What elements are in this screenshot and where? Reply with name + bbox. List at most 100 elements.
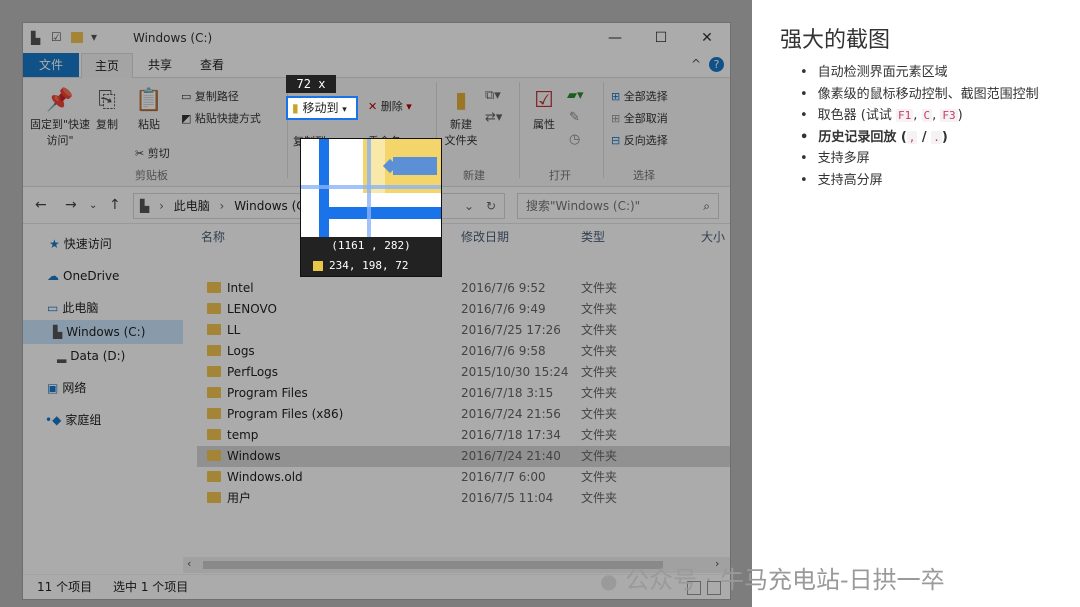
minimize-button[interactable]: — xyxy=(595,27,635,49)
edit-icon[interactable]: ✎ xyxy=(569,110,580,125)
chevron-down-icon[interactable]: ⌄ xyxy=(464,194,474,218)
key-hint: C xyxy=(921,109,933,122)
table-row[interactable]: Program Files 2016/7/18 3:15 文件夹 xyxy=(197,383,730,404)
select-none-icon: ⊞ xyxy=(611,112,624,125)
magnifier-panel: (1161 , 282) 234, 198, 72 xyxy=(300,138,442,277)
copy-path-icon: ▭ xyxy=(181,90,195,103)
ribbon-tabs: 文件 主页 共享 查看 ^ ? xyxy=(23,53,730,78)
nav-item-homegroup[interactable]: •◆ 家庭组 xyxy=(23,408,183,432)
delete-button[interactable]: ✕ 删除 ▾ xyxy=(368,98,412,114)
select-none-button[interactable]: ⊞ 全部取消 xyxy=(611,110,668,126)
table-row-selected[interactable]: Windows 2016/7/24 21:40 文件夹 xyxy=(197,446,730,467)
drive-icon: ▙ xyxy=(140,199,150,213)
copy-button[interactable]: ⎘ 复制 xyxy=(91,86,123,132)
forward-arrow-icon[interactable]: → xyxy=(65,197,77,213)
cut-button[interactable]: ✂ 剪切 xyxy=(135,145,170,161)
collapse-ribbon-icon[interactable]: ^ xyxy=(691,57,701,71)
new-item-icon[interactable]: ⧉▾ xyxy=(485,88,501,103)
properties-button[interactable]: ☑ 属性 xyxy=(525,86,563,132)
easy-access-icon[interactable]: ⇄▾ xyxy=(485,110,502,125)
table-row[interactable]: LENOVO 2016/7/6 9:49 文件夹 xyxy=(197,299,730,320)
table-row[interactable]: temp 2016/7/18 17:34 文件夹 xyxy=(197,425,730,446)
drive-icon: ▙ xyxy=(53,325,63,339)
column-header-type[interactable]: 类型 xyxy=(581,228,605,245)
title-bar: ▙ ☑ ▾ Windows (C:) — ☐ ✕ xyxy=(23,23,730,53)
chevron-down-icon: ▾ xyxy=(342,105,347,115)
search-icon: ⌕ xyxy=(703,199,710,213)
nav-item-onedrive[interactable]: ☁ OneDrive xyxy=(23,264,183,288)
tab-home[interactable]: 主页 xyxy=(81,53,133,78)
properties-quick-icon[interactable]: ☑ xyxy=(51,30,62,44)
selection-move-to-button[interactable]: ▮ 移动到 ▾ xyxy=(286,96,358,120)
select-all-button[interactable]: ⊞ 全部选择 xyxy=(611,88,668,104)
table-row[interactable]: Program Files (x86) 2016/7/24 21:56 文件夹 xyxy=(197,404,730,425)
new-folder-quick-icon[interactable] xyxy=(71,32,83,43)
table-row[interactable]: PerfLogs 2015/10/30 15:24 文件夹 xyxy=(197,362,730,383)
close-button[interactable]: ✕ xyxy=(687,27,727,49)
select-group-label: 选择 xyxy=(633,169,655,182)
search-input[interactable]: 搜索"Windows (C:)" ⌕ xyxy=(517,193,719,219)
table-row[interactable]: Intel 2016/7/6 9:52 文件夹 xyxy=(197,278,730,299)
folder-icon xyxy=(207,429,221,440)
tab-share[interactable]: 共享 xyxy=(135,53,185,77)
column-header-date[interactable]: 修改日期 xyxy=(461,228,509,245)
copy-path-button[interactable]: ▭ 复制路径 xyxy=(181,88,239,104)
color-readout: 234, 198, 72 xyxy=(313,259,408,272)
scissors-icon: ✂ xyxy=(135,147,148,160)
refresh-icon[interactable]: ↻ xyxy=(486,194,496,218)
key-hint: . xyxy=(931,130,942,144)
folder-icon xyxy=(207,492,221,503)
folder-icon xyxy=(207,387,221,398)
list-item: 历史记录回放 (, / .) xyxy=(800,127,1039,149)
item-count: 11 个项目 xyxy=(37,580,93,594)
key-hint: , xyxy=(906,130,918,144)
invert-selection-button[interactable]: ⊟ 反向选择 xyxy=(611,132,668,148)
window-title: Windows (C:) xyxy=(133,31,213,45)
nav-item-quick-access[interactable]: ★ 快速访问 xyxy=(23,232,183,256)
maximize-button[interactable]: ☐ xyxy=(641,27,681,49)
move-to-icon: ▮ xyxy=(292,101,299,115)
table-row[interactable]: Windows.old 2016/7/7 6:00 文件夹 xyxy=(197,467,730,488)
tab-file[interactable]: 文件 xyxy=(23,53,79,77)
chevron-right-icon: › xyxy=(219,199,225,213)
history-icon[interactable]: ◷ xyxy=(569,132,580,147)
tab-view[interactable]: 查看 xyxy=(187,53,237,77)
drive-icon: ▂ xyxy=(57,349,67,363)
pin-quick-access-button[interactable]: 📌 固定到"快速访问" xyxy=(29,86,91,148)
scrollbar-thumb[interactable] xyxy=(203,561,663,569)
nav-item-windows-c[interactable]: ▙ Windows (C:) xyxy=(23,320,183,344)
up-arrow-icon[interactable]: ↑ xyxy=(109,197,121,213)
delete-icon: ✕ xyxy=(368,100,381,113)
clipboard-group-label: 剪贴板 xyxy=(135,169,168,182)
scroll-left-icon[interactable]: ‹ xyxy=(187,557,191,570)
new-folder-button[interactable]: ▮ 新建 文件夹 xyxy=(441,86,481,148)
back-arrow-icon[interactable]: ← xyxy=(35,197,47,213)
file-list: 名称 修改日期 类型 大小 Intel 2016/7/6 9:52 文件夹 LENO… xyxy=(183,224,730,574)
table-row[interactable]: Logs 2016/7/6 9:58 文件夹 xyxy=(197,341,730,362)
table-row[interactable]: 用户 2016/7/5 11:04 文件夹 xyxy=(197,488,730,509)
customize-toolbar-icon[interactable]: ▾ xyxy=(91,30,97,44)
folder-icon xyxy=(207,366,221,377)
paste-button[interactable]: 📋 粘贴 xyxy=(131,86,167,132)
star-icon: ★ xyxy=(49,237,60,251)
explorer-window: ▙ ☑ ▾ Windows (C:) — ☐ ✕ 文件 主页 共享 查看 ^ ?… xyxy=(22,22,731,600)
open-icon[interactable]: ▰▾ xyxy=(567,88,584,103)
recent-locations-icon[interactable]: ⌄ xyxy=(89,200,97,211)
key-hint: F3 xyxy=(940,109,958,122)
copy-icon: ⎘ xyxy=(98,88,116,113)
computer-icon: ▭ xyxy=(47,301,59,315)
breadcrumb-this-pc[interactable]: 此电脑 xyxy=(174,199,210,213)
help-icon[interactable]: ? xyxy=(709,57,724,72)
nav-item-network[interactable]: ▣ 网络 xyxy=(23,376,183,400)
nav-item-data-d[interactable]: ▂ Data (D:) xyxy=(23,344,183,368)
key-hint: F1 xyxy=(896,109,914,122)
wechat-icon: ● xyxy=(600,569,618,593)
column-header-name[interactable]: 名称 xyxy=(201,228,225,245)
nav-item-this-pc[interactable]: ▭ 此电脑 xyxy=(23,296,183,320)
column-header-size[interactable]: 大小 xyxy=(701,228,725,245)
table-row[interactable]: LL 2016/7/25 17:26 文件夹 xyxy=(197,320,730,341)
page-title: 强大的截图 xyxy=(780,28,891,53)
paste-shortcut-button[interactable]: ◩ 粘贴快捷方式 xyxy=(181,110,261,126)
drive-icon: ▙ xyxy=(31,31,41,45)
list-item: 自动检测界面元素区域 xyxy=(800,62,1039,84)
